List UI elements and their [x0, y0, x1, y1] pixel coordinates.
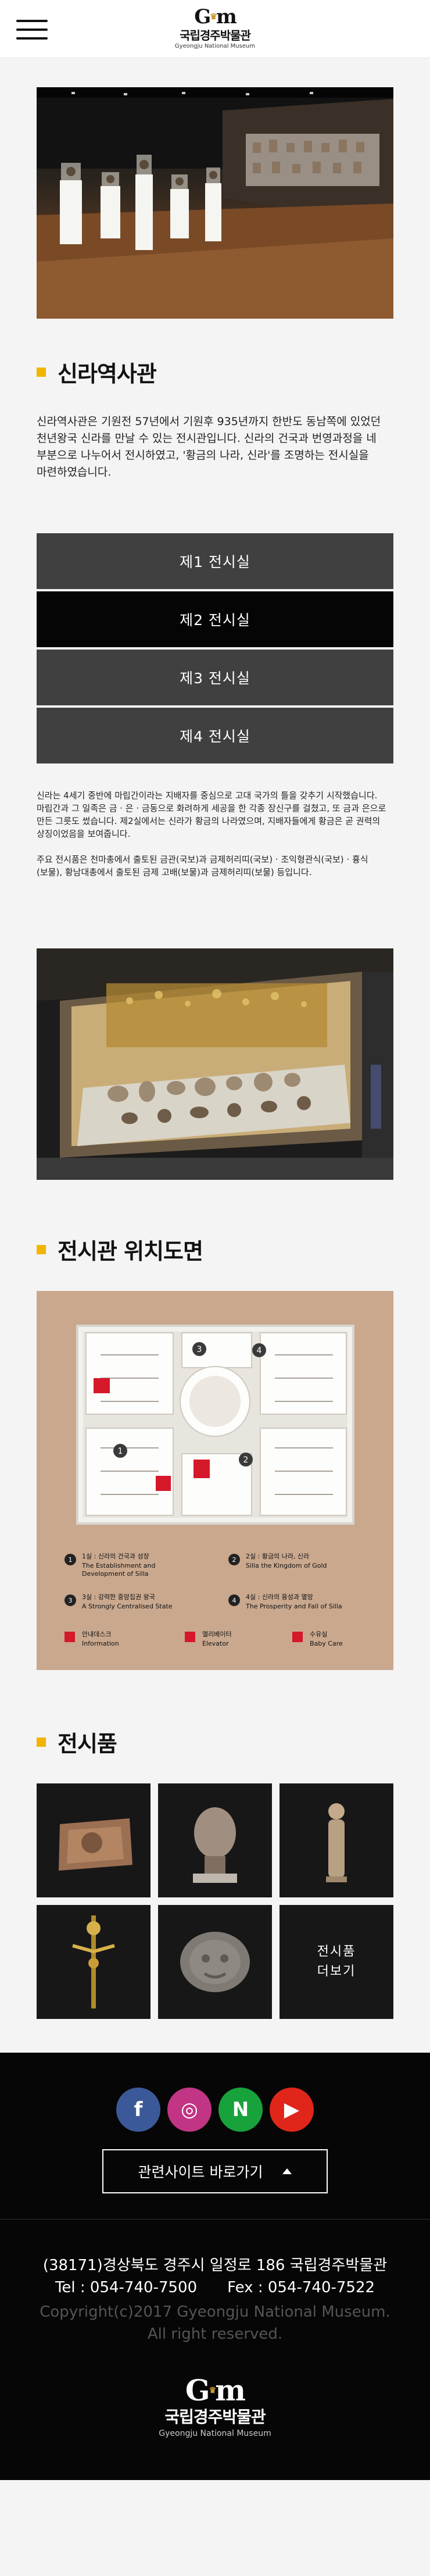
gallery-tab-4[interactable]: 제4 전시실 [37, 708, 393, 763]
svg-text:Development of Silla: Development of Silla [82, 1570, 149, 1578]
svg-text:안내데스크: 안내데스크 [82, 1630, 112, 1638]
svg-text:The Establishment and: The Establishment and [81, 1562, 155, 1569]
map-label-4: 4 [257, 1346, 262, 1355]
footer-copyright: Copyright(c)2017 Gyeongju National Museu… [0, 2301, 430, 2345]
svg-text:수유실: 수유실 [310, 1630, 327, 1638]
svg-text:Information: Information [82, 1640, 119, 1647]
footer-tel: Tel : 054-740-7500 [55, 2279, 198, 2296]
title-bullet [37, 367, 46, 377]
footer-logo-mark: G♛m [185, 2373, 246, 2407]
map-label-3: 3 [197, 1345, 202, 1354]
svg-text:1: 1 [69, 1556, 73, 1564]
youtube-icon[interactable]: ▶ [270, 2088, 314, 2132]
svg-text:Baby Care: Baby Care [310, 1640, 343, 1647]
silla-intro: 신라역사관은 기원전 57년에서 기원후 935년까지 한반도 동남쪽에 있었던… [37, 415, 381, 479]
silla-section-title: 신라역사관 [37, 356, 393, 388]
svg-text:3실 : 강력한 중앙집권 왕국: 3실 : 강력한 중앙집권 왕국 [82, 1593, 155, 1601]
site-logo[interactable]: G♛m 국립경주박물관 Gyeongju National Museum [175, 6, 255, 50]
social-links: f ◎ N ▶ [0, 2053, 430, 2132]
gallery-menu: 제1 전시실 제2 전시실 제3 전시실 제4 전시실 [37, 533, 393, 763]
related-sites-label: 관련사이트 바로가기 [138, 2164, 263, 2181]
exhibit-item-relief[interactable] [37, 1783, 150, 1897]
gallery-description-text: 신라는 4세기 중반에 마립간이라는 지배자를 중심으로 고대 국가의 틀을 갖… [37, 790, 386, 839]
logo-mark: G♛m [194, 5, 237, 28]
display-case-photo [37, 948, 393, 1180]
site-footer: f ◎ N ▶ 관련사이트 바로가기 (38171)경상북도 경주시 일정로 1… [0, 2053, 430, 2480]
related-sites-dropdown[interactable]: 관련사이트 바로가기 [102, 2149, 328, 2193]
gallery-tab-3[interactable]: 제3 전시실 [37, 650, 393, 705]
exhibit-item-ornament[interactable] [37, 1905, 150, 2019]
logo-en: Gyeongju National Museum [174, 43, 256, 49]
svg-text:엘리베이터: 엘리베이터 [202, 1630, 232, 1638]
menu-icon[interactable] [16, 20, 48, 40]
svg-text:The Prosperity and Fall of Sil: The Prosperity and Fall of Silla [245, 1603, 342, 1610]
svg-text:A Strongly Centralised State: A Strongly Centralised State [82, 1603, 173, 1610]
svg-text:1실 : 신라의 건국과 성장: 1실 : 신라의 건국과 성장 [82, 1553, 149, 1560]
section-heading: 전시관 위치도면 [58, 1239, 203, 1264]
svg-text:3: 3 [69, 1597, 73, 1604]
title-bullet [37, 1244, 46, 1254]
exhibits-grid: 전시품 더보기 [37, 1783, 393, 2019]
naver-icon[interactable]: N [218, 2088, 263, 2132]
exhibits-section-title: 전시품 [37, 1726, 393, 1758]
section-heading: 전시품 [58, 1731, 117, 1757]
instagram-icon[interactable]: ◎ [167, 2088, 212, 2132]
exhibit-item-figurine[interactable] [280, 1783, 393, 1897]
footer-address: (38171)경상북도 경주시 일정로 186 국립경주박물관 [42, 2257, 388, 2274]
svg-text:4: 4 [232, 1597, 236, 1604]
gallery-tab-2[interactable]: 제2 전시실 [37, 591, 393, 647]
footer-logo-en: Gyeongju National Museum [159, 2429, 271, 2438]
map-label-1: 1 [118, 1447, 123, 1456]
title-bullet [37, 1737, 46, 1747]
copyright-line1: Copyright(c)2017 Gyeongju National Museu… [40, 2303, 390, 2321]
exhibit-item-tile[interactable] [158, 1905, 272, 2019]
floor-map: 1 2 3 4 1 1실 : 신라의 건국과 성장 The Establishm… [37, 1291, 393, 1670]
section-heading: 신라역사관 [58, 361, 157, 387]
gallery-highlights-text: 주요 전시품은 천마총에서 출토된 금관(국보)과 금제허리띠(국보) · 조익… [37, 854, 368, 877]
site-header: G♛m 국립경주박물관 Gyeongju National Museum [0, 0, 430, 58]
map-label-2: 2 [243, 1455, 249, 1465]
more-label-line1: 전시품 [317, 1945, 356, 1959]
exhibits-more-button[interactable]: 전시품 더보기 [280, 1905, 393, 2019]
svg-text:Elevator: Elevator [202, 1640, 229, 1647]
footer-contacts: Tel : 054-740-7500 Fex : 054-740-7522 [0, 2277, 430, 2299]
copyright-line2: All right reserved. [147, 2325, 283, 2343]
svg-text:2: 2 [232, 1556, 236, 1564]
svg-text:4실 : 신라의 융성과 멸망: 4실 : 신라의 융성과 멸망 [246, 1593, 313, 1601]
location-section-title: 전시관 위치도면 [37, 1233, 393, 1265]
chevron-up-icon [282, 2168, 292, 2174]
svg-text:Silla the Kingdom of Gold: Silla the Kingdom of Gold [246, 1562, 327, 1569]
more-label-line2: 더보기 [317, 1964, 356, 1979]
footer-logo-name: 국립경주박물관 [164, 2407, 266, 2427]
facebook-icon[interactable]: f [116, 2088, 160, 2132]
exhibit-item-head[interactable] [158, 1783, 272, 1897]
gallery-tab-1[interactable]: 제1 전시실 [37, 533, 393, 589]
footer-logo[interactable]: G♛m 국립경주박물관 Gyeongju National Museum [0, 2374, 430, 2480]
footer-fax: Fex : 054-740-7522 [227, 2279, 375, 2296]
gallery-photo [37, 87, 393, 319]
logo-name: 국립경주박물관 [180, 28, 251, 42]
gallery-description: 신라는 4세기 중반에 마립간이라는 지배자를 중심으로 고대 국가의 틀을 갖… [37, 789, 393, 879]
svg-text:2실 : 황금의 나라, 신라: 2실 : 황금의 나라, 신라 [246, 1553, 309, 1560]
